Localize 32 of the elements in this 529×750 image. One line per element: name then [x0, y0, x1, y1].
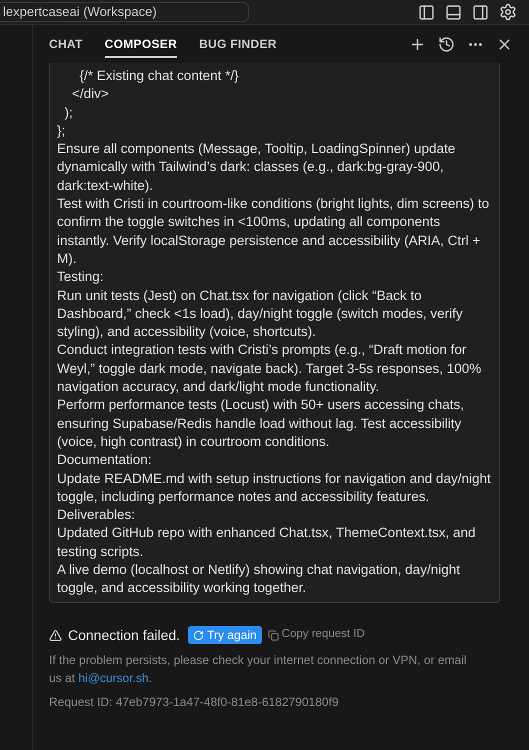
request-id-text: Request ID: 47eb7973-1a47-48f0-81e8-6182790180f9: [49, 694, 340, 711]
message-paragraph: Run unit tests (Jest) on Chat.tsx for navigation (click “Back to Dashboard,” check <1s load), day/night toggle (switch modes, verify styling), and accessibility (voice, shortcuts).: [57, 286, 464, 342]
help-text: If the problem persists, please check your internet connection or VPN, or email us at hi@cursor.sh.: [49, 652, 468, 687]
message-paragraph: Ensure all components (Message, Tooltip, LoadingSpinner) update dynamically with Tailwind’s dark: classes (e.g., dark:bg-gray-900, dark:text-white).: [57, 140, 456, 195]
panel-tab[interactable]: CHAT: [49, 30, 83, 58]
panel-tab[interactable]: COMPOSER: [104, 30, 178, 58]
code-line: );: [64, 104, 74, 122]
message-paragraph: Documentation:: [57, 451, 153, 470]
message-paragraph: Conduct integration tests with Cristi’s prompts (e.g., “Draft motion for Weyl,” toggle dark mode, navigate back). Target 3-5s responses, 100% navigation accuracy, and dark/light mode functionality.: [57, 341, 482, 396]
code-line: };: [57, 122, 66, 140]
email-link[interactable]: hi@cursor.sh: [78, 670, 149, 685]
history-icon[interactable]: [438, 36, 455, 52]
refresh-icon: [193, 630, 204, 641]
message-paragraph: A live demo (localhost or Netlify) showing chat navigation, day/night toggle, and accessibility working together.: [57, 561, 461, 598]
code-line: {/* Existing chat content */}: [78, 67, 240, 85]
message-paragraph: Updated GitHub repo with enhanced Chat.tsx, ThemeContext.tsx, and testing scripts.: [57, 524, 476, 561]
copy-icon: [268, 630, 279, 641]
message-paragraph: Testing:: [57, 268, 105, 286]
bottom-panel-toggle-icon[interactable]: [445, 4, 462, 20]
message-paragraph: Test with Cristi in courtroom-like conditions (bright lights, dim screens) to confirm the toggle switches in <100ms, updating all components instantly. Verify localStorage persistence and accessibility (ARIA, Ctrl + M).: [57, 195, 490, 268]
code-line: </div>: [71, 85, 110, 104]
warning-icon: [49, 628, 62, 642]
workspace-title-field[interactable]: lexpertcaseai (Workspace): [0, 2, 249, 22]
error-title: Connection failed.: [68, 626, 180, 645]
left-panel-toggle-icon[interactable]: [418, 4, 435, 20]
message-paragraph: Perform performance tests (Locust) with 50+ users accessing chats, ensuring Supabase/Redis handle load without lag. Test accessibility (voice, high contrast) in courtroom conditions.: [57, 396, 466, 451]
settings-icon[interactable]: [499, 3, 517, 21]
copy-request-id-button[interactable]: Copy request ID: [268, 626, 365, 644]
message-paragraph: Update README.md with setup instructions for navigation and day/night toggle, including performance notes and accessibility features.: [57, 470, 492, 506]
right-panel-toggle-icon[interactable]: [472, 4, 489, 20]
panel-tab[interactable]: BUG FINDER: [199, 30, 277, 58]
message-paragraph: Deliverables:: [57, 506, 136, 524]
